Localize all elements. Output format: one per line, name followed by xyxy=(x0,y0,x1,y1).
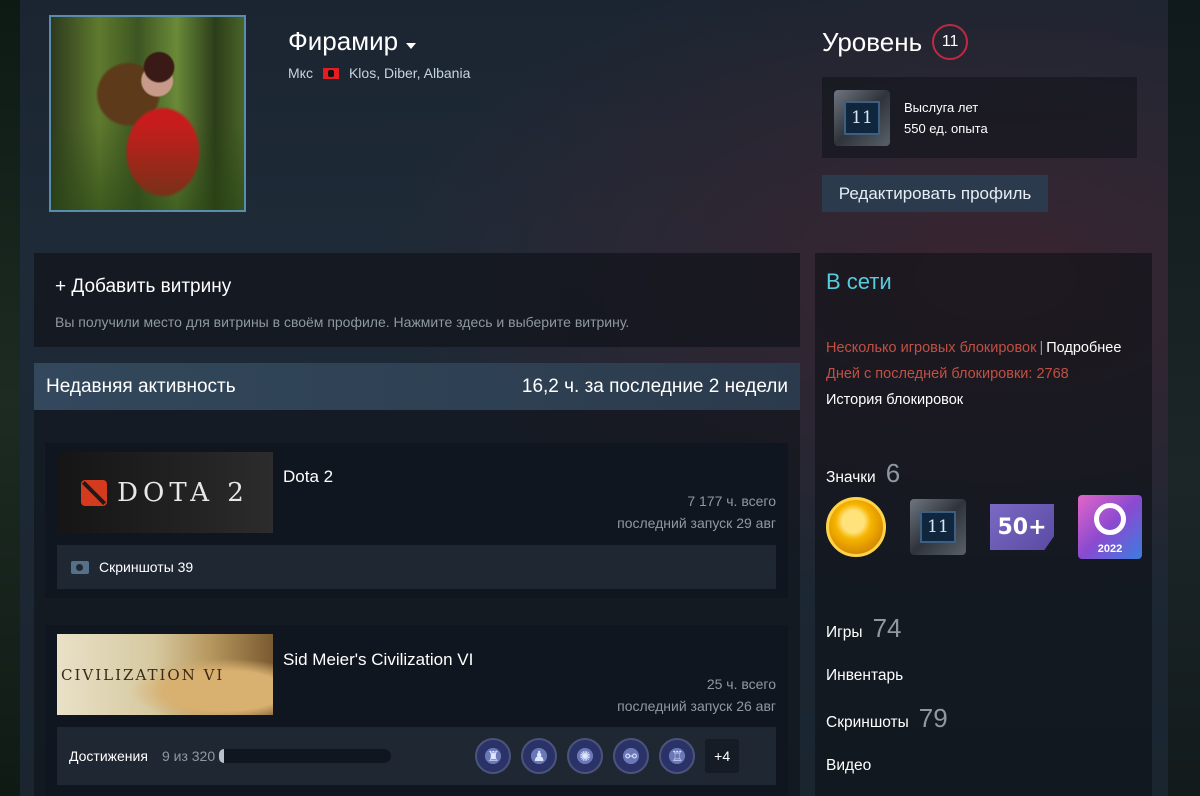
albania-flag-icon xyxy=(322,67,339,79)
game-last-played: последний запуск 29 авг xyxy=(617,515,776,531)
videos-label: Видео xyxy=(826,757,872,774)
achievements-label: Достижения xyxy=(69,748,148,764)
achievement-icon-helmet[interactable]: ♟ xyxy=(521,738,558,774)
screenshots-count: Скриншоты 39 xyxy=(99,559,194,575)
steam-logo-icon xyxy=(1094,503,1126,535)
games-count: 74 xyxy=(872,613,902,643)
page-edge-right xyxy=(1168,0,1200,796)
recent-activity-title: Недавняя активность xyxy=(46,375,236,397)
recent-activity-header: Недавняя активность 16,2 ч. за последние… xyxy=(34,363,800,410)
ban-details-link[interactable]: Подробнее xyxy=(1046,340,1121,356)
achievements-more-button[interactable]: +4 xyxy=(705,739,740,773)
achievements-bar: Достижения 9 из 320 ♜ ♟ ✺ ⚯ ♖ +4 xyxy=(57,727,776,785)
achievement-icon-city[interactable]: ♜ xyxy=(475,738,512,774)
game-hours-total: 7 177 ч. всего xyxy=(687,493,776,509)
civ6-capsule-text: CIVILIZATION VI xyxy=(61,665,225,684)
game-last-played: последний запуск 26 авг xyxy=(617,698,776,714)
dota2-capsule[interactable]: DOTA 2 xyxy=(57,452,273,533)
page-edge-left xyxy=(0,0,20,796)
ban-history-link[interactable]: История блокировок xyxy=(826,392,963,408)
game-card-dota2: DOTA 2 Dota 2 7 177 ч. всего последний з… xyxy=(45,443,788,598)
fifty-plus-badge-icon[interactable]: 50+ xyxy=(990,504,1054,550)
dota2-logo-icon xyxy=(81,479,108,506)
game-card-civ6: CIVILIZATION VI Sid Meier's Civilization… xyxy=(45,625,788,796)
achievement-icon-chain[interactable]: ⚯ xyxy=(613,738,650,774)
recent-activity-hours: 16,2 ч. за последние 2 недели xyxy=(521,375,788,397)
game-hours-total: 25 ч. всего xyxy=(706,676,776,692)
game-title[interactable]: Dota 2 xyxy=(283,467,333,487)
add-showcase-panel[interactable]: + Добавить витрину Вы получили место для… xyxy=(34,253,800,347)
level-circle: 11 xyxy=(932,24,969,60)
steam-2022-badge-icon[interactable]: 2022 xyxy=(1078,495,1142,559)
profile-username[interactable]: Фирамир xyxy=(288,26,417,57)
real-name: Мкс xyxy=(288,65,313,81)
profile-subline: Мкс Klos, Diber, Albania xyxy=(288,65,470,81)
game-title[interactable]: Sid Meier's Civilization VI xyxy=(283,650,473,670)
years-of-service-badge-icon[interactable]: 11 xyxy=(910,499,966,555)
badges-row: 11 50+ 2022 xyxy=(826,495,1142,559)
screenshots-label: Скриншоты xyxy=(826,714,909,731)
civ6-capsule[interactable]: CIVILIZATION VI xyxy=(57,634,273,715)
achievement-icon-wheel[interactable]: ✺ xyxy=(567,738,604,774)
recent-activity-panel: Недавняя активность 16,2 ч. за последние… xyxy=(34,363,800,796)
favorite-badge-box[interactable]: 11 Выслуга лет 550 ед. опыта xyxy=(822,77,1137,158)
level-header: Уровень 11 xyxy=(822,24,969,60)
achievements-progress-fill xyxy=(219,749,224,763)
profile-page: Фирамир Мкс Klos, Diber, Albania Уровень… xyxy=(20,0,1168,796)
badges-count: 6 xyxy=(885,458,901,488)
game-ban-notice: Несколько игровых блокировок | Подробнее xyxy=(826,340,1122,356)
achievements-progress-bar xyxy=(219,749,392,763)
badges-link[interactable]: Значки 6 xyxy=(826,458,900,489)
years-of-service-badge-icon: 11 xyxy=(834,89,890,146)
game-ban-text: Несколько игровых блокировок xyxy=(826,340,1037,356)
badge-xp: 550 ед. опыта xyxy=(904,120,988,136)
online-status: В сети xyxy=(826,269,892,294)
dota2-capsule-text: DOTA 2 xyxy=(117,477,249,508)
level-label: Уровень xyxy=(822,26,923,57)
add-showcase-title: + Добавить витрину xyxy=(55,276,232,297)
screenshots-link[interactable]: Скриншоты 39 xyxy=(57,545,776,589)
add-showcase-description: Вы получили место для витрины в своём пр… xyxy=(55,314,630,330)
days-since-ban: Дней с последней блокировки: 2768 xyxy=(826,366,1069,382)
badges-label: Значки xyxy=(826,469,876,486)
badge-year: 2022 xyxy=(1097,543,1123,555)
badge-number: 11 xyxy=(844,100,880,135)
screenshots-sidebar-count: 79 xyxy=(918,703,948,733)
inventory-link[interactable]: Инвентарь xyxy=(826,667,903,685)
games-link[interactable]: Игры 74 xyxy=(826,613,901,644)
chevron-down-icon[interactable] xyxy=(406,42,417,49)
badge-number: 11 xyxy=(920,511,956,543)
gold-coin-badge-icon[interactable] xyxy=(826,497,886,557)
profile-avatar[interactable] xyxy=(49,15,246,212)
badge-name: Выслуга лет xyxy=(904,99,979,115)
inventory-label: Инвентарь xyxy=(826,667,904,684)
games-label: Игры xyxy=(826,624,863,641)
edit-profile-button[interactable]: Редактировать профиль xyxy=(822,175,1048,212)
achievement-icon-castle[interactable]: ♖ xyxy=(659,738,696,774)
username-text: Фирамир xyxy=(288,26,399,56)
profile-sidebar: В сети Несколько игровых блокировок | Подр… xyxy=(815,253,1152,796)
badge-info: Выслуга лет 550 ед. опыта xyxy=(904,97,988,139)
videos-link[interactable]: Видео xyxy=(826,757,871,775)
location: Klos, Diber, Albania xyxy=(348,65,471,81)
camera-icon xyxy=(71,560,89,574)
screenshots-sidebar-link[interactable]: Скриншоты 79 xyxy=(826,703,948,734)
achievements-count: 9 из 320 xyxy=(161,748,216,764)
